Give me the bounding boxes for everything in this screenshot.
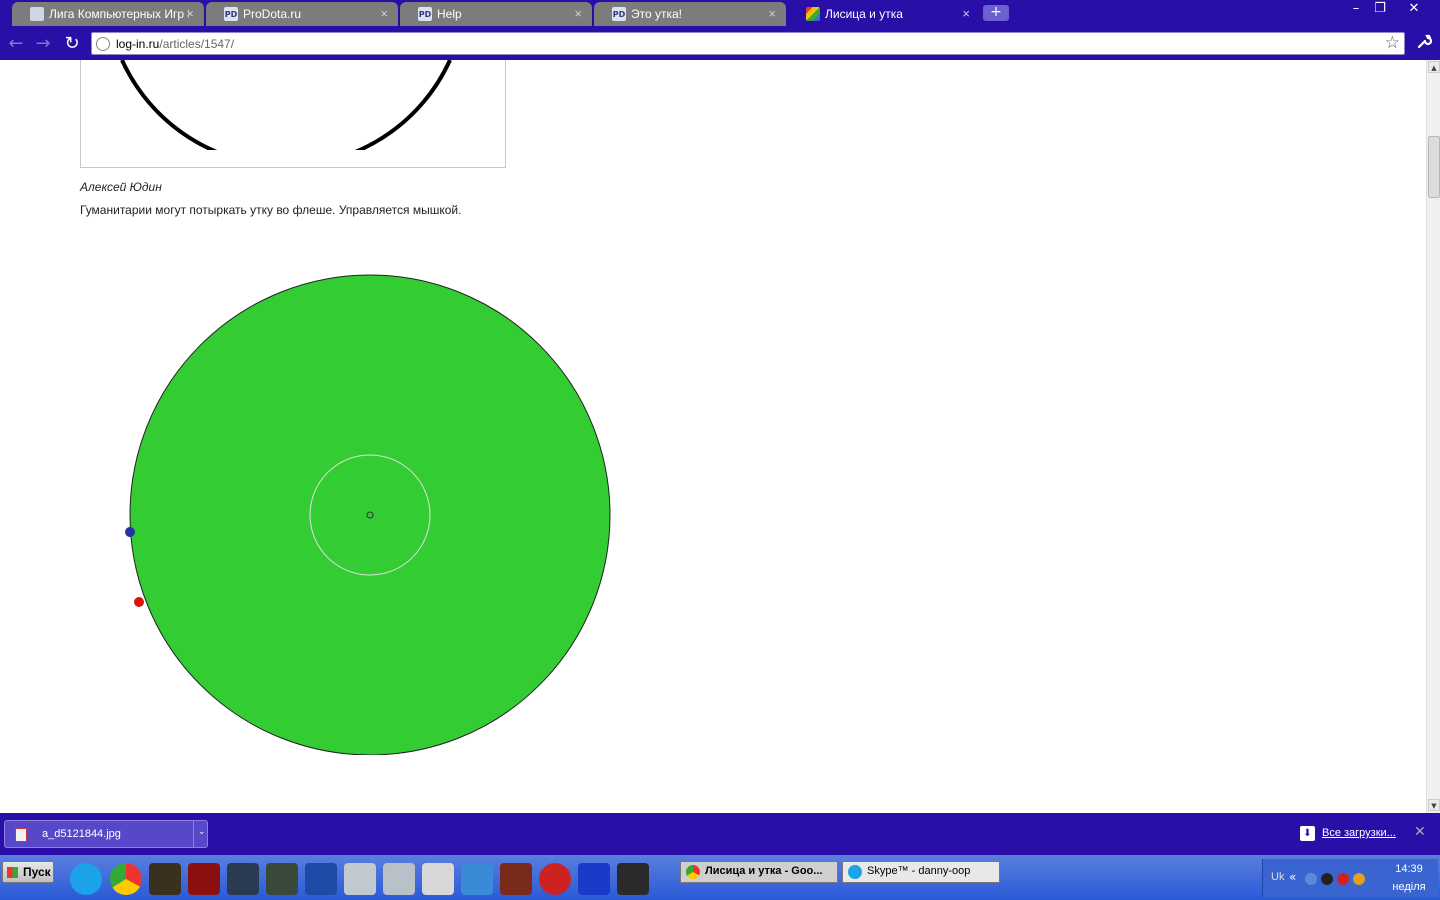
url-path: /articles/1547/ [159,37,235,51]
restore-button[interactable]: ❐ [1368,0,1392,18]
article-description: Гуманитарии могут потыркать утку во флеш… [80,203,462,217]
garena-icon[interactable] [188,863,220,895]
drive-icon[interactable] [344,863,376,895]
tab-fox-and-duck[interactable]: Лисица и утка × [788,2,980,26]
start-button[interactable]: Пуск [2,861,54,883]
taskbar-button-skype[interactable]: Skype™ - danny-oop [842,861,1000,883]
app-icon[interactable] [617,863,649,895]
all-downloads-link[interactable]: Все загрузки... [1322,827,1396,839]
tab-help[interactable]: PD Help × [400,2,592,26]
pond-circle[interactable] [129,274,611,755]
wrench-icon[interactable] [1412,32,1436,56]
tab-close-icon[interactable]: × [574,6,582,21]
skype-icon [848,865,862,879]
tab-close-icon[interactable]: × [962,6,970,21]
tab-close-icon[interactable]: × [186,6,194,21]
back-button[interactable]: ← [4,32,28,56]
app-icon[interactable] [461,863,493,895]
word-icon[interactable] [305,863,337,895]
image-file-icon [15,828,27,842]
scroll-up-arrow[interactable]: ▲ [1428,61,1440,73]
taskbar-button-label: Skype™ - danny-oop [867,865,971,877]
downloads-shelf: a_d5121844.jpg ⌄ ⬇ Все загрузки... ✕ [0,813,1440,855]
minimize-button[interactable]: – [1344,0,1368,18]
app-tray-icon[interactable] [1353,873,1365,885]
floppy-disk-icon[interactable] [578,863,610,895]
lki-icon [30,7,44,21]
tab-label: ProDota.ru [243,7,302,21]
network-icon[interactable] [1305,873,1317,885]
tab-strip: Лига Компьютерных Игр I... × PD ProDota.… [0,0,1440,28]
app-tray-icon[interactable] [1337,873,1349,885]
counter-strike-icon[interactable] [422,863,454,895]
download-arrow-icon: ⬇ [1300,826,1315,841]
browser-toolbar: ← → ↻ log-in.ru/articles/1547/ ☆ [0,28,1440,60]
taskbar-button-chrome[interactable]: Лисица и утка - Goo... [680,861,838,883]
fox-dot [134,597,144,607]
flash-game-canvas[interactable] [120,265,620,755]
start-label: Пуск [23,865,51,879]
half-life-icon[interactable] [539,863,571,895]
duck-icon [806,7,820,21]
url-text: log-in.ru/articles/1547/ [116,37,234,51]
close-downloads-button[interactable]: ✕ [1414,824,1426,840]
address-bar[interactable]: log-in.ru/articles/1547/ ☆ [91,32,1405,55]
globe-icon [96,37,110,51]
system-tray: Uk « 14:39 неділя [1262,859,1438,897]
forward-button[interactable]: → [31,32,55,56]
previous-image-circle [120,60,452,150]
page-scrollbar[interactable]: ▲ ▼ [1426,60,1440,813]
download-divider [193,821,194,847]
scroll-down-arrow[interactable]: ▼ [1428,799,1440,811]
tab-label: Help [437,7,462,21]
article-author: Алексей Юдин [80,180,162,194]
reload-button[interactable]: ↻ [60,32,84,56]
skype-icon[interactable] [70,863,102,895]
tab-label: Это утка! [631,7,683,21]
tab-prodota[interactable]: PD ProDota.ru × [206,2,398,26]
page-content: Алексей Юдин Гуманитарии могут потыркать… [0,60,1426,813]
chevron-down-icon[interactable]: ⌄ [198,826,206,837]
bookmark-star-icon[interactable]: ☆ [1385,33,1400,53]
drive-icon[interactable] [383,863,415,895]
screen: Лига Компьютерных Игр I... × PD ProDota.… [0,0,1440,900]
download-item[interactable]: a_d5121844.jpg ⌄ [4,820,208,848]
chrome-icon[interactable] [110,863,142,895]
tab-label: Лисица и утка [825,7,903,21]
game-launcher-icon[interactable] [149,863,181,895]
windows-logo-icon [7,867,18,878]
chrome-icon [686,865,700,879]
duck-dot [125,527,135,537]
pd-icon: PD [224,7,238,21]
tab-close-icon[interactable]: × [380,6,388,21]
tray-expand-icon[interactable]: « [1289,870,1296,884]
dota-icon[interactable] [500,863,532,895]
pd-icon: PD [612,7,626,21]
clock-day: неділя [1392,881,1426,893]
close-window-button[interactable]: ✕ [1402,0,1426,18]
tab-label: Лига Компьютерных Игр I... [49,7,189,21]
tab-close-icon[interactable]: × [768,6,776,21]
steam-icon[interactable] [227,863,259,895]
new-tab-button[interactable]: + [983,5,1009,21]
download-filename: a_d5121844.jpg [42,828,121,840]
app-icon[interactable] [266,863,298,895]
pd-icon: PD [418,7,432,21]
url-host: log-in.ru [116,37,160,51]
taskbar-button-label: Лисица и утка - Goo... [705,865,823,877]
windows-taskbar: Пуск Лисица и утка - Goo... Skype™ - dan… [0,855,1440,900]
clock-time[interactable]: 14:39 [1381,863,1437,875]
scroll-thumb[interactable] [1428,136,1440,198]
tab-eto-utka[interactable]: PD Это утка! × [594,2,786,26]
tab-lki[interactable]: Лига Компьютерных Игр I... × [12,2,204,26]
language-indicator[interactable]: Uk [1271,871,1284,883]
steam-tray-icon[interactable] [1321,873,1333,885]
